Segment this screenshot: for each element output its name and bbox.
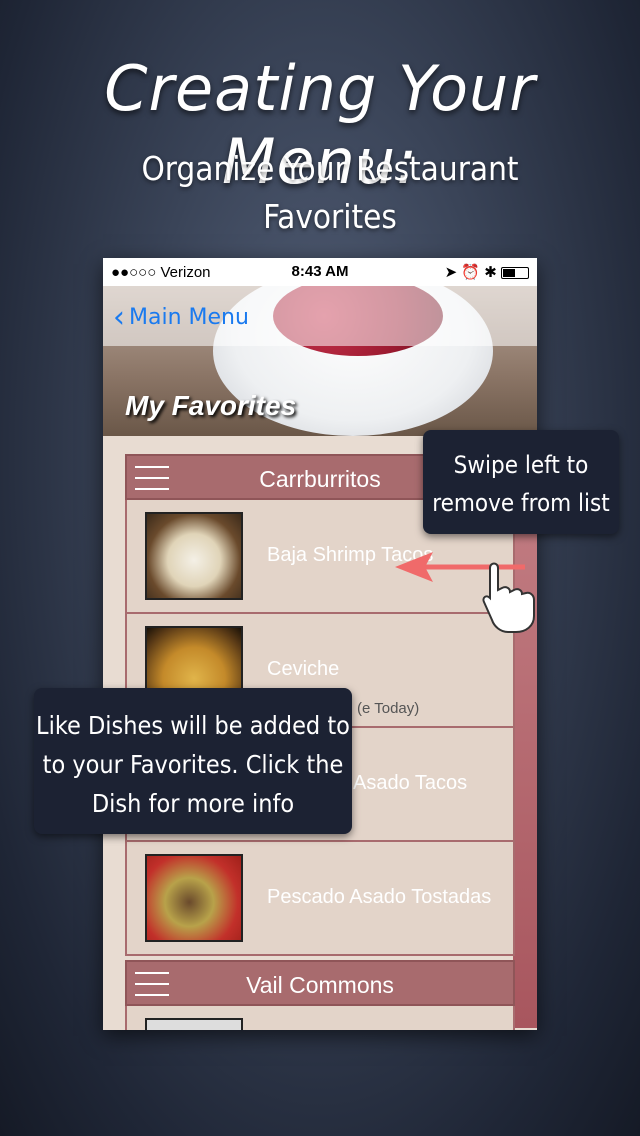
status-icons-glyphs: ➤ ⏰ ✱	[444, 264, 497, 281]
section-title: Vail Commons	[246, 972, 394, 998]
page-title: My Favorites	[125, 390, 297, 421]
list-item[interactable]: Pescado Asado Tostadas	[125, 842, 515, 956]
chevron-left-icon: ‹	[113, 300, 125, 335]
subhead: Organize Your Restaurant Favorites	[141, 149, 519, 236]
dish-name: Ceviche	[267, 658, 340, 680]
dish-name: Pescado Asado Tostadas	[267, 886, 492, 908]
navigation-bar: ‹ Main Menu	[103, 286, 537, 346]
back-label: Main Menu	[129, 305, 249, 330]
favorites-tip-callout: Like Dishes will be added to to your Fav…	[34, 688, 352, 834]
dish-thumbnail	[145, 854, 243, 942]
dish-thumbnail	[145, 1018, 243, 1030]
list-item[interactable]	[125, 1006, 515, 1030]
status-bar: ●●○○○ Verizon 8:43 AM ➤ ⏰ ✱	[103, 258, 537, 286]
dish-thumbnail	[145, 512, 243, 600]
phone-screen: ●●○○○ Verizon 8:43 AM ➤ ⏰ ✱ ‹ Main Menu M…	[103, 258, 537, 1030]
swipe-tip-callout: Swipe left to remove from list	[423, 430, 619, 534]
dish-note: (e Today)	[357, 700, 420, 717]
section-header[interactable]: Vail Commons	[125, 960, 515, 1006]
status-icons: ➤ ⏰ ✱	[445, 263, 529, 281]
battery-icon	[501, 267, 529, 280]
back-button[interactable]: ‹ Main Menu	[113, 300, 249, 335]
dish-name: Asado Tacos	[353, 772, 468, 794]
hand-pointer-icon	[482, 562, 535, 633]
